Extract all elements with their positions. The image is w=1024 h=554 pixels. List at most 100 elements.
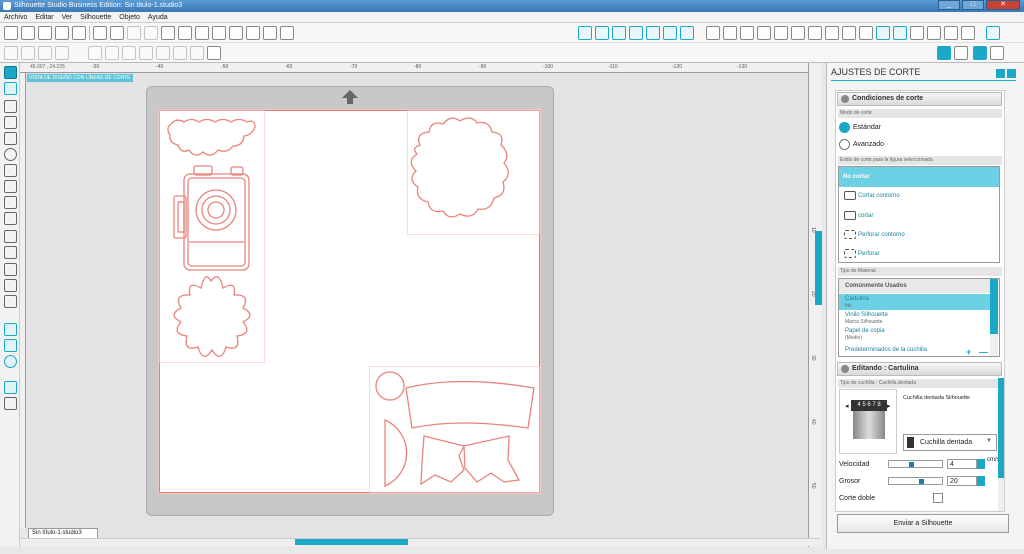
panel-layout-icon[interactable] [4,381,17,394]
select-all-icon[interactable] [4,46,18,60]
replicate-icon[interactable] [825,26,839,40]
compound-path-icon[interactable] [122,46,136,60]
fill-pattern-icon[interactable] [612,26,626,40]
scale-icon[interactable] [791,26,805,40]
deselect-icon[interactable] [21,46,35,60]
thickness-spinner[interactable] [977,476,985,486]
paste-icon[interactable] [144,26,158,40]
collapse-panel-icon[interactable] [996,69,1005,78]
delete-icon[interactable] [105,46,119,60]
rectangle-tool-icon[interactable] [4,116,17,129]
transform-icon[interactable] [680,26,694,40]
print-cut-icon[interactable] [893,26,907,40]
eraser-tool-icon[interactable] [4,279,17,292]
send-panel-icon[interactable] [990,46,1004,60]
store-icon[interactable] [4,355,17,368]
double-cut-checkbox[interactable] [933,493,943,503]
horizontal-scroll-thumb[interactable] [295,539,408,545]
menu-objeto[interactable]: Objeto [115,12,144,22]
cut-conditions-header[interactable]: Condiciones de corte [837,92,1002,106]
redo-icon[interactable] [195,26,209,40]
copy-icon[interactable] [127,26,141,40]
align-icon[interactable] [757,26,771,40]
blade-select[interactable]: Cuchilla dentada [903,434,997,451]
feed-arrow-icon[interactable] [341,89,359,105]
library-view-icon[interactable] [4,339,17,352]
zoom-in-icon[interactable] [229,26,243,40]
zoom-out-icon[interactable] [246,26,260,40]
registration-marks-icon[interactable] [986,26,1000,40]
minimize-button[interactable]: _ [938,0,960,10]
zoom-select-icon[interactable] [263,26,277,40]
library-grid-icon[interactable] [961,26,975,40]
material-item-name[interactable]: Papel de copia [845,328,885,334]
panel-scroll-thumb[interactable] [998,378,1004,478]
fit-page-icon[interactable] [280,26,294,40]
style-perforate-outline[interactable]: Perforar contorno [840,230,905,239]
rotate-icon[interactable] [774,26,788,40]
curve-tool-icon[interactable] [4,180,17,193]
grid-layout-icon[interactable] [4,397,17,410]
thickness-input[interactable]: 20 [947,476,977,486]
close-panel-icon[interactable] [1007,69,1016,78]
blade-right-arrow-icon[interactable]: ▸ [887,402,891,410]
thickness-slider-knob[interactable] [919,479,924,484]
menu-ayuda[interactable]: Ayuda [144,12,172,22]
rounded-rect-tool-icon[interactable] [4,132,17,145]
menu-silhouette[interactable]: Silhouette [76,12,115,22]
advanced-radio[interactable] [839,139,850,150]
release-compound-icon[interactable] [139,46,153,60]
add-material-button[interactable]: + [966,347,971,357]
pan-hand-icon[interactable] [212,26,226,40]
material-item-name[interactable]: Predeterminados de la cuchilla [845,347,927,353]
design-canvas[interactable] [159,110,540,493]
line-width-icon[interactable] [723,26,737,40]
send-back-icon[interactable] [190,46,204,60]
fill-gradient-icon[interactable] [595,26,609,40]
bring-front-icon[interactable] [156,46,170,60]
regular-polygon-icon[interactable] [4,246,17,259]
speed-slider[interactable] [888,460,943,468]
menu-archivo[interactable]: Archivo [0,12,31,22]
blade-left-arrow-icon[interactable]: ◂ [845,402,849,410]
line-tool-icon[interactable] [4,100,17,113]
close-button[interactable]: ✕ [986,0,1020,10]
save-icon[interactable] [55,26,69,40]
send-to-silhouette-button[interactable]: Enviar a Silhouette [837,514,1009,533]
send-to-printer-icon[interactable] [110,26,124,40]
ungroup-icon[interactable] [55,46,69,60]
speed-spinner[interactable] [977,459,985,469]
maximize-button[interactable]: □ [962,0,984,10]
material-list-scroll-thumb[interactable] [990,279,998,334]
select-tool-icon[interactable] [4,66,17,79]
vertical-scrollbar[interactable]: 10 20 30 40 50 [808,63,822,547]
offset-icon[interactable] [859,26,873,40]
print-icon[interactable] [93,26,107,40]
page-setup-icon[interactable] [910,26,924,40]
document-tab[interactable]: Sin título-1.studio3 [28,528,98,538]
library-icon[interactable] [38,26,52,40]
arc-tool-icon[interactable] [4,230,17,243]
cube-icon[interactable] [207,46,221,60]
fill-color-icon[interactable] [578,26,592,40]
line-color-icon[interactable] [629,26,643,40]
editing-header[interactable]: Editando : Cartulina [837,362,1002,376]
speed-slider-knob[interactable] [909,462,914,467]
save-as-icon[interactable] [72,26,86,40]
style-perforate[interactable]: Perforar [840,249,880,258]
trace-icon[interactable] [876,26,890,40]
freehand-tool-icon[interactable] [4,196,17,209]
image-effects-icon[interactable] [663,26,677,40]
text-ab-icon[interactable] [944,26,958,40]
ellipse-tool-icon[interactable] [4,148,17,161]
menu-editar[interactable]: Editar [31,12,57,22]
undo-icon[interactable] [178,26,192,40]
design-view-icon[interactable] [937,46,951,60]
remove-material-button[interactable]: — [979,347,988,357]
material-item-name[interactable]: Cartulina [845,296,869,302]
sketch-icon[interactable] [927,26,941,40]
edit-points-icon[interactable] [4,82,17,95]
group-icon[interactable] [38,46,52,60]
material-item-name[interactable]: Vinilo Silhouette [845,312,888,318]
open-icon[interactable] [21,26,35,40]
